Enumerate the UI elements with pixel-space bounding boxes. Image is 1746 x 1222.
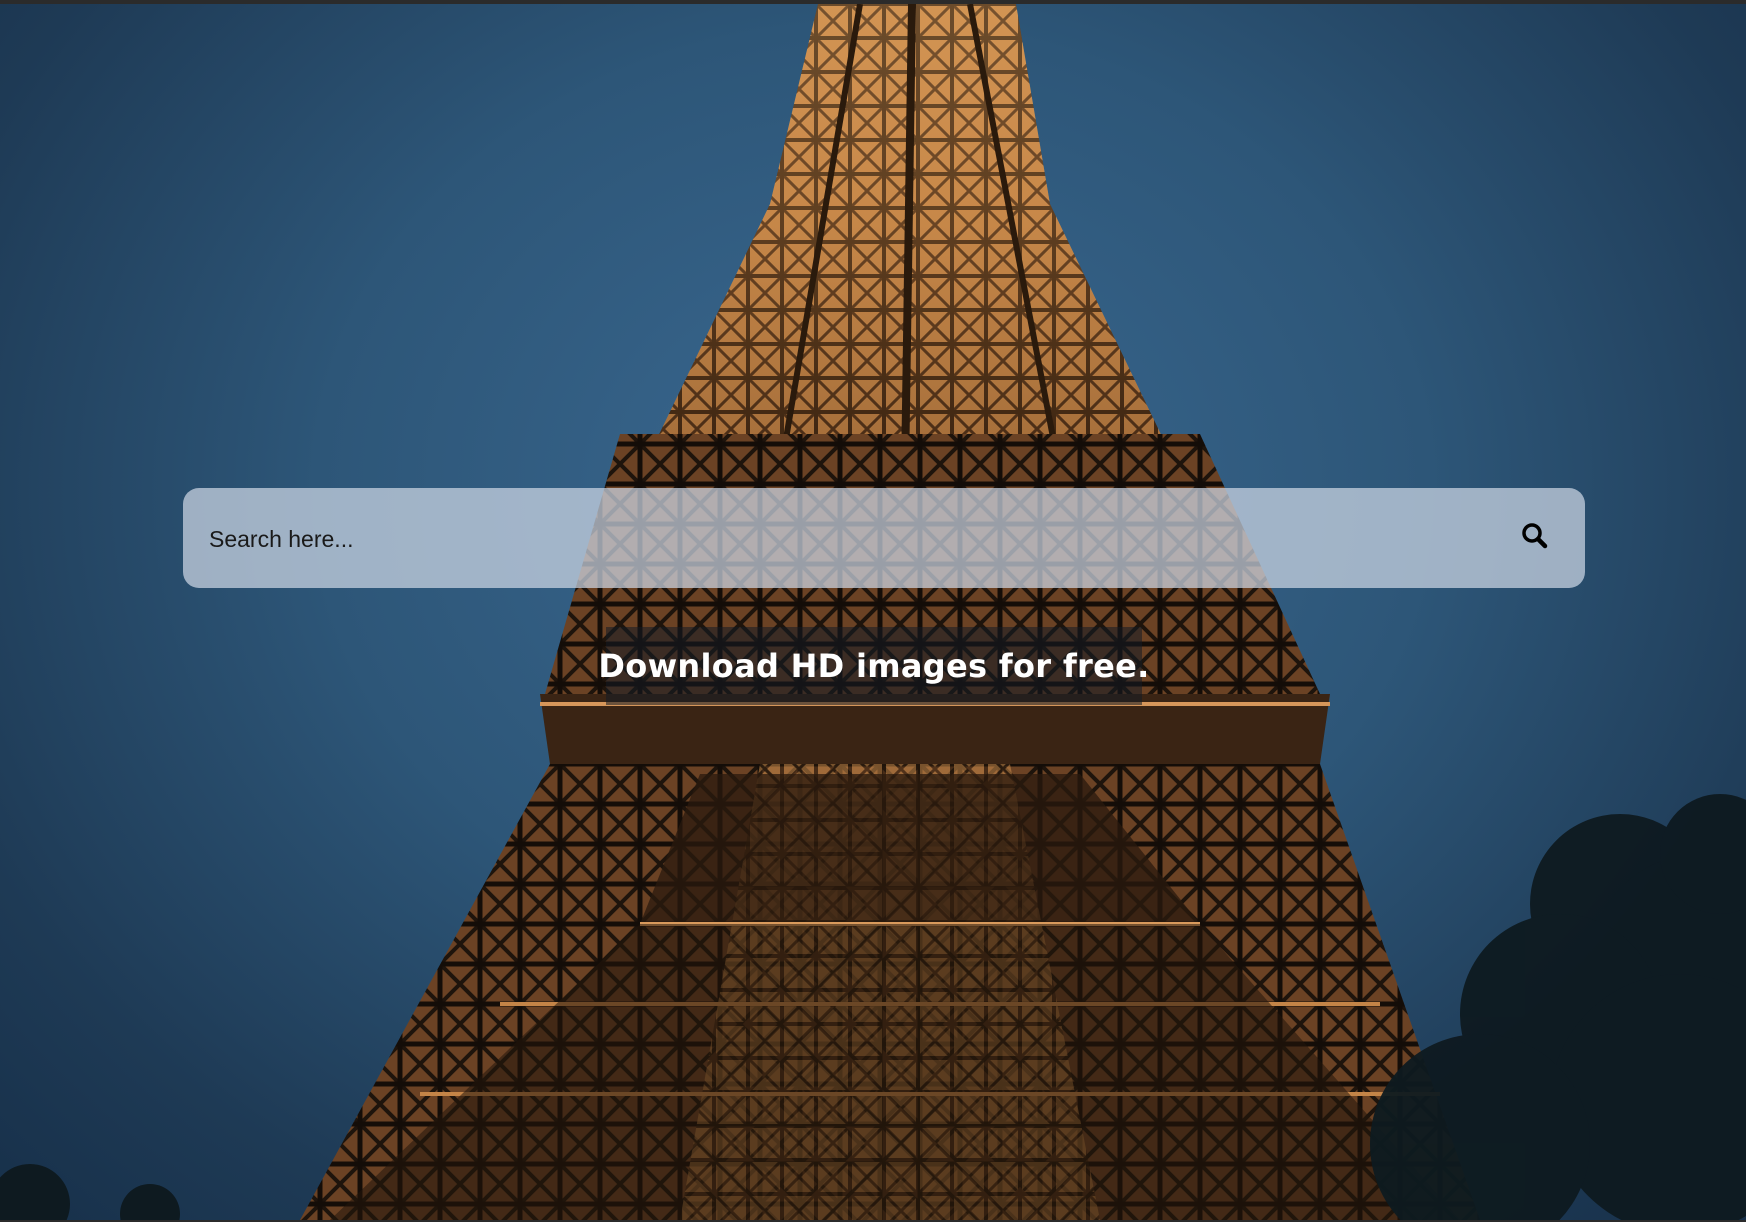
search-bar	[183, 488, 1585, 590]
tagline-banner: Download HD images for free.	[598, 627, 1149, 705]
search-button[interactable]	[1515, 516, 1555, 556]
search-input[interactable]	[207, 488, 1471, 590]
tagline-text: Download HD images for free.	[598, 647, 1150, 685]
search-icon	[1522, 523, 1548, 549]
eiffel-tower-photo	[0, 4, 1746, 1220]
hero-background: Download HD images for free.	[0, 4, 1746, 1220]
